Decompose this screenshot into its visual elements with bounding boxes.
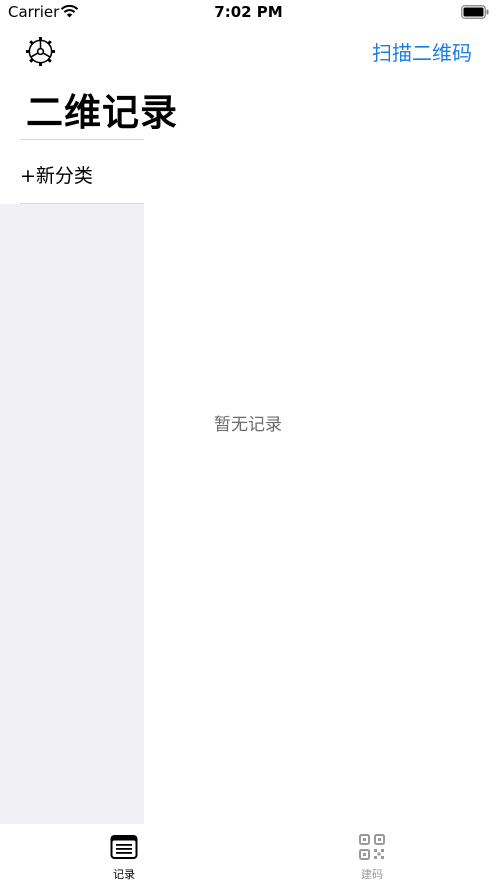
gear-icon[interactable] (25, 36, 56, 67)
tab-bar: 记录 建码 (0, 824, 497, 883)
tab-create-code[interactable]: 建码 (248, 824, 496, 883)
tab-label: 记录 (113, 868, 135, 881)
divider (20, 203, 144, 204)
empty-state-text: 暂无记录 (214, 415, 282, 435)
page-title: 二维记录 (26, 91, 178, 134)
tab-records[interactable]: 记录 (0, 824, 248, 883)
list-icon (110, 835, 138, 859)
category-sidebar: +新分类 (0, 139, 144, 824)
add-category-button[interactable]: +新分类 (20, 161, 93, 188)
divider (20, 139, 144, 140)
add-category-row[interactable]: +新分类 (0, 139, 144, 204)
qr-code-icon (359, 834, 385, 860)
tab-label: 建码 (361, 868, 383, 881)
clock: 7:02 PM (214, 3, 283, 21)
status-bar: Carrier 7:02 PM (0, 0, 497, 26)
battery-icon (461, 5, 489, 19)
scan-qr-button[interactable]: 扫描二维码 (372, 37, 472, 66)
